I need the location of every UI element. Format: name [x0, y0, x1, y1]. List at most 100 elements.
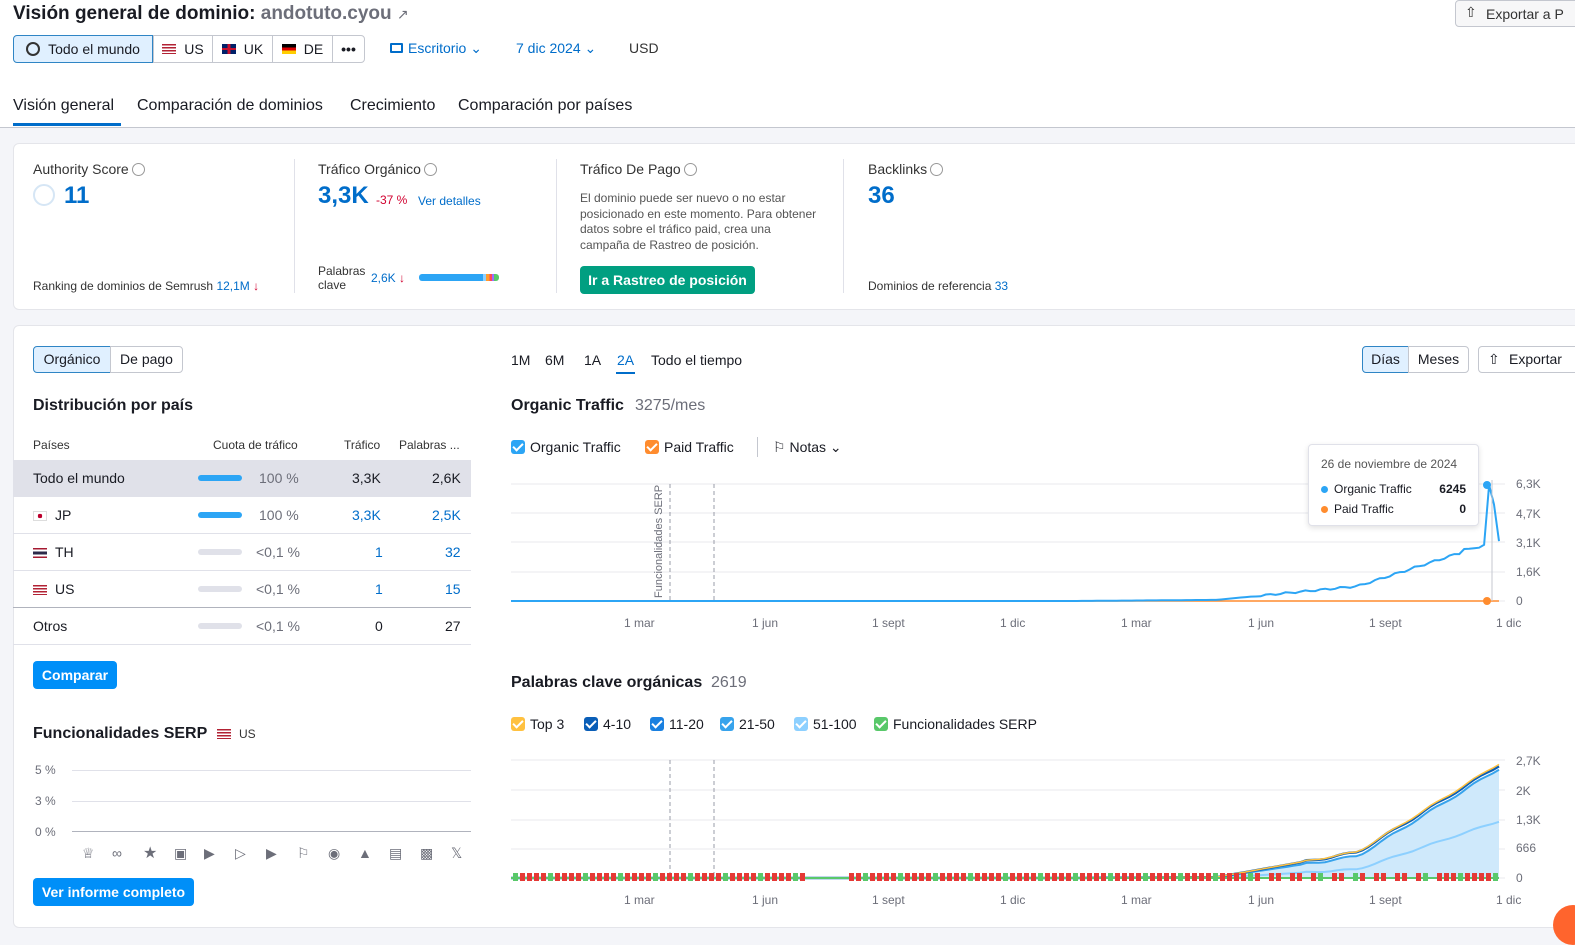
full-report-button[interactable]: Ver informe completo — [33, 878, 194, 906]
organic-traffic-value[interactable]: 3,3K — [318, 182, 369, 210]
region-de[interactable]: DE — [272, 35, 333, 63]
organic-hover-point — [1483, 481, 1491, 489]
traffic-value[interactable]: 1 — [375, 581, 383, 597]
serp-feature-marker — [632, 873, 637, 881]
tooltip-date: 26 de noviembre de 2024 — [1321, 457, 1458, 471]
external-link-icon[interactable]: ↗ — [397, 6, 409, 22]
upload-icon: ⇧ — [1488, 351, 1500, 367]
region-worldwide[interactable]: Todo el mundo — [13, 35, 153, 63]
serp-feature-marker — [1206, 873, 1211, 881]
crown-icon[interactable]: ♕ — [82, 845, 95, 862]
legend-51-100[interactable]: 51-100 — [794, 716, 857, 732]
legend-21-50[interactable]: 21-50 — [720, 716, 775, 732]
backlinks-value[interactable]: 36 — [868, 182, 895, 210]
play-icon[interactable]: ▶ — [266, 845, 277, 862]
serp-feature-marker — [1143, 873, 1148, 881]
video-carousel-icon[interactable]: ▷ — [235, 845, 246, 862]
gridline — [72, 770, 471, 771]
compare-button[interactable]: Comparar — [33, 661, 117, 689]
x-tick: 1 dic — [1000, 893, 1026, 907]
x-tick: 1 mar — [624, 893, 655, 907]
table-row[interactable]: TH <0,1 % 1 32 — [13, 534, 471, 571]
legend-serp-features[interactable]: Funcionalidades SERP — [874, 716, 1037, 732]
referring-domains-value[interactable]: 33 — [995, 279, 1008, 293]
info-icon[interactable] — [683, 163, 697, 176]
image-icon[interactable]: ▣ — [174, 845, 187, 862]
date-dropdown[interactable]: 7 dic 2024 ⌄ — [516, 40, 596, 57]
period-1y[interactable]: 1A — [584, 352, 601, 368]
period-all[interactable]: Todo el tiempo — [651, 352, 742, 368]
graduation-icon[interactable]: ▲ — [358, 845, 372, 861]
location-icon[interactable]: ◉ — [328, 845, 340, 862]
keywords-chart[interactable] — [505, 750, 1575, 890]
serp-feature-marker — [1234, 873, 1239, 881]
keywords-value[interactable]: 15 — [445, 581, 461, 597]
device-dropdown[interactable]: Escritorio ⌄ — [390, 40, 482, 57]
tab-country-comparison[interactable]: Comparación por países — [458, 97, 632, 115]
legend-4-10[interactable]: 4-10 — [584, 716, 631, 732]
traffic-value: 3,3K — [352, 470, 381, 486]
globe-icon — [26, 42, 41, 56]
table-row[interactable]: Todo el mundo 100 % 3,3K 2,6K — [13, 460, 471, 497]
legend-organic[interactable]: Organic Traffic — [511, 439, 621, 455]
legend-top3[interactable]: Top 3 — [511, 716, 564, 732]
keywords-value[interactable]: 2,6K ↓ — [371, 271, 405, 285]
period-1m[interactable]: 1M — [511, 352, 530, 368]
period-2y[interactable]: 2A — [617, 352, 634, 368]
briefcase-icon[interactable]: ▩ — [420, 845, 433, 862]
serp-feature-marker — [548, 873, 553, 881]
traffic-value[interactable]: 3,3K — [352, 507, 381, 523]
x-twitter-icon[interactable]: 𝕏 — [451, 845, 462, 862]
tab-domain-comparison[interactable]: Comparación de dominios — [137, 97, 323, 115]
de-flag-icon — [281, 44, 296, 54]
serp-feature-marker — [1311, 873, 1316, 881]
keywords-value[interactable]: 2,5K — [432, 507, 461, 523]
serp-feature-marker — [1269, 873, 1274, 881]
legend-paid[interactable]: Paid Traffic — [645, 439, 734, 455]
serp-feature-marker — [1108, 873, 1113, 881]
col-traffic[interactable]: Tráfico — [344, 438, 380, 452]
keywords-value[interactable]: 32 — [445, 544, 461, 560]
notes-dropdown[interactable]: ⚐ Notas ⌄ — [773, 439, 842, 456]
table-row[interactable]: US <0,1 % 1 15 — [13, 571, 471, 608]
link-icon[interactable]: ∞ — [112, 845, 122, 861]
country-name: Otros — [33, 618, 68, 634]
serp-feature-marker — [1136, 873, 1141, 881]
document-icon[interactable]: ▤ — [389, 845, 402, 862]
col-countries: Países — [33, 438, 70, 452]
serp-feature-marker — [1129, 873, 1134, 881]
tab-growth[interactable]: Crecimiento — [350, 97, 435, 115]
period-6m[interactable]: 6M — [545, 352, 564, 368]
legend-11-20[interactable]: 11-20 — [650, 716, 704, 732]
region-uk[interactable]: UK — [212, 35, 273, 63]
granularity-months[interactable]: Meses — [1408, 346, 1469, 373]
region-us[interactable]: US — [153, 35, 213, 63]
granularity-days[interactable]: Días — [1362, 346, 1409, 373]
domain-name[interactable]: andotuto.cyou — [261, 3, 392, 24]
serp-feature-marker — [1402, 873, 1407, 881]
serp-feature-marker — [1395, 873, 1400, 881]
serp-feature-marker — [1339, 873, 1344, 881]
star-icon[interactable]: ★ — [143, 843, 157, 863]
organic-toggle[interactable]: Orgánico — [33, 346, 111, 373]
comment-icon[interactable]: ⚐ — [297, 845, 310, 862]
traffic-value[interactable]: 1 — [375, 544, 383, 560]
paid-toggle[interactable]: De pago — [110, 346, 183, 373]
video-icon[interactable]: ▶ — [204, 845, 215, 862]
col-keywords[interactable]: Palabras ... — [399, 438, 460, 452]
export-top-button[interactable]: ⇧ Exportar a P — [1455, 0, 1575, 27]
info-icon[interactable] — [930, 163, 944, 176]
info-icon[interactable] — [423, 163, 437, 176]
more-regions-button[interactable]: ••• — [332, 35, 365, 63]
info-icon[interactable] — [131, 163, 145, 176]
tab-overview[interactable]: Visión general — [13, 97, 114, 115]
serp-feature-marker — [1493, 873, 1498, 881]
table-row[interactable]: JP 100 % 3,3K 2,5K — [13, 497, 471, 534]
share-bar — [198, 586, 242, 592]
semrush-rank-value[interactable]: 12,1M — [216, 279, 249, 293]
export-button[interactable]: ⇧ Exportar — [1478, 346, 1575, 373]
position-tracking-button[interactable]: Ir a Rastreo de posición — [580, 266, 755, 294]
serp-feature-marker — [688, 873, 693, 881]
view-details-link[interactable]: Ver detalles — [418, 194, 481, 208]
serp-feature-marker — [667, 873, 672, 881]
